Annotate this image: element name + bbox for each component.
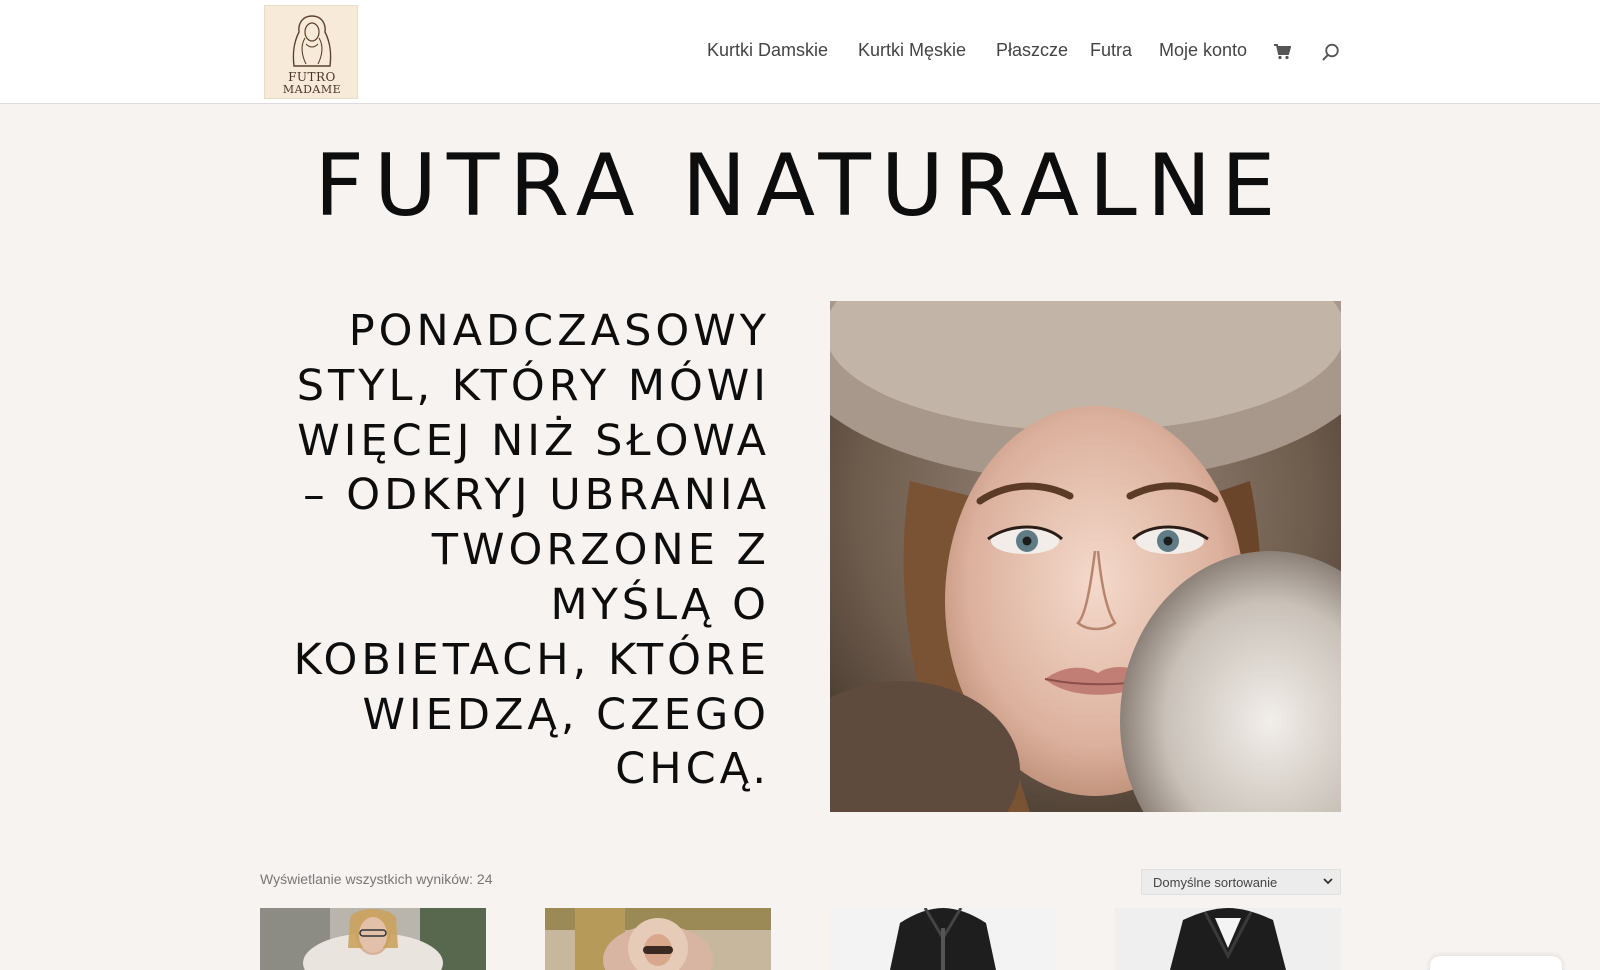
page-title: FUTRA NATURALNE (314, 136, 1286, 236)
nav-item-plaszcze[interactable]: Płaszcze (996, 40, 1068, 61)
nav-item-kurtki-meskie[interactable]: Kurtki Męskie (858, 40, 966, 61)
site-logo[interactable]: FUTRO MADAME (264, 5, 358, 99)
nav-item-kurtki-damskie[interactable]: Kurtki Damskie (707, 40, 828, 61)
hero-line: WIĘCEJ NIŻ SŁOWA (297, 415, 770, 466)
shopping-cart-icon[interactable] (1273, 44, 1291, 60)
sort-selected-value: Domyślne sortowanie (1153, 875, 1278, 890)
sort-order-select[interactable]: Domyślne sortowanie (1141, 869, 1341, 895)
product-thumbnail (545, 908, 771, 970)
site-header: FUTRO MADAME Kurtki Damskie Kurtki Męski… (0, 0, 1600, 104)
chevron-down-icon (1323, 878, 1333, 885)
product-card[interactable] (260, 908, 486, 970)
hero-line: TWORZONE Z (431, 525, 770, 576)
hero-tagline: PONADCZASOWY STYL, KTÓRY MÓWI WIĘCEJ NIŻ… (256, 304, 770, 797)
nav-item-futra[interactable]: Futra (1090, 40, 1132, 61)
hero-line: STYL, KTÓRY MÓWI (296, 360, 770, 411)
product-thumbnail (830, 908, 1056, 970)
logo-text-line1: FUTRO (288, 70, 336, 84)
nav-item-moje-konto[interactable]: Moje konto (1159, 40, 1247, 61)
product-card[interactable] (1115, 908, 1341, 970)
hero-line: KOBIETACH, KTÓRE (293, 634, 770, 685)
logo-illustration-icon (292, 15, 332, 67)
results-count: Wyświetlanie wszystkich wyników: 24 (260, 871, 493, 887)
hero-line: CHCĄ. (615, 744, 770, 795)
logo-text-line2: MADAME (282, 83, 342, 96)
hero-line: PONADCZASOWY (348, 306, 770, 356)
hero-line: WIEDZĄ, CZEGO (362, 689, 770, 740)
search-icon[interactable] (1321, 43, 1340, 62)
product-card[interactable] (545, 908, 771, 970)
hero-line: – ODKRYJ UBRANIA (303, 470, 770, 521)
product-card[interactable] (830, 908, 1056, 970)
product-thumbnail (260, 908, 486, 970)
hero-line: MYŚLĄ O (550, 579, 770, 630)
chat-widget-button[interactable] (1430, 956, 1562, 970)
product-thumbnail (1115, 908, 1341, 970)
hero-image-woman-in-fur (830, 301, 1341, 812)
